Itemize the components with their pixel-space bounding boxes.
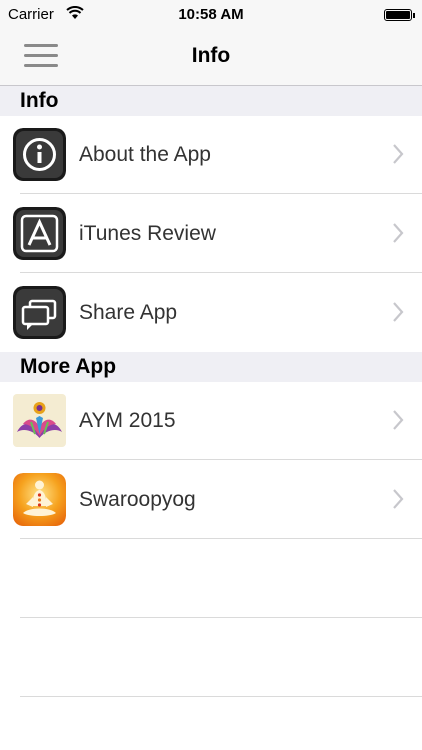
list-item-about-the-app[interactable]: About the App bbox=[0, 115, 422, 194]
status-time: 10:58 AM bbox=[178, 6, 244, 23]
list-item-label: AYM 2015 bbox=[79, 409, 176, 432]
chat-bubbles-icon bbox=[13, 286, 66, 339]
aym-app-icon bbox=[13, 394, 66, 447]
row-separator bbox=[20, 538, 422, 539]
chevron-right-icon bbox=[393, 489, 404, 509]
chevron-right-icon bbox=[393, 223, 404, 243]
list-item-aym-2015[interactable]: AYM 2015 bbox=[0, 381, 422, 460]
page-title: Info bbox=[191, 44, 231, 67]
chevron-right-icon bbox=[393, 302, 404, 322]
navigation-bar: Info bbox=[0, 30, 422, 86]
app-store-icon bbox=[13, 207, 66, 260]
list-item-label: Swaroopyog bbox=[79, 488, 196, 511]
chevron-right-icon bbox=[393, 410, 404, 430]
battery-icon bbox=[384, 9, 415, 21]
status-bar: Carrier 10:58 AM bbox=[0, 0, 422, 30]
row-separator bbox=[20, 696, 422, 697]
section-header-info: Info bbox=[0, 86, 422, 116]
list-item-label: Share App bbox=[79, 301, 178, 324]
list-item-label: iTunes Review bbox=[79, 222, 216, 245]
chevron-right-icon bbox=[393, 144, 404, 164]
meditation-icon bbox=[13, 473, 66, 526]
list-item-swaroopyog[interactable]: Swaroopyog bbox=[0, 460, 422, 539]
section-header-more-app: More App bbox=[0, 352, 422, 382]
info-icon bbox=[13, 128, 66, 181]
row-separator bbox=[20, 617, 422, 618]
list-item-label: About the App bbox=[79, 143, 211, 166]
list-item-itunes-review[interactable]: iTunes Review bbox=[0, 194, 422, 273]
list-item-share-app[interactable]: Share App bbox=[0, 273, 422, 352]
